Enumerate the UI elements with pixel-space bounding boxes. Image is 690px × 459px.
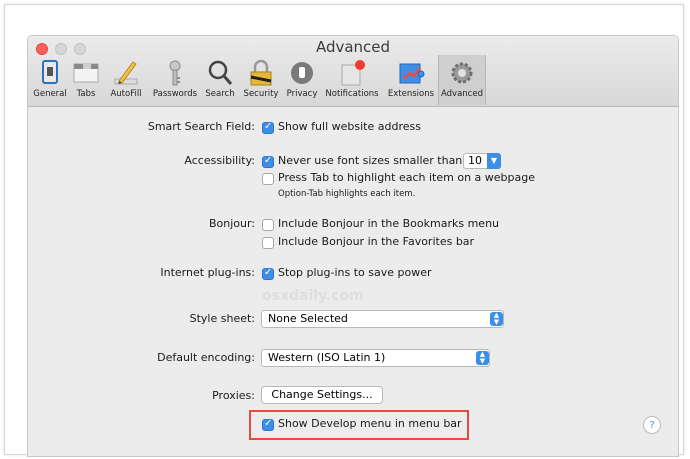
bonjour-favorites-option: Include Bonjour in the Favorites bar <box>278 235 475 248</box>
puzzle-icon <box>399 63 425 84</box>
help-button[interactable]: ? <box>643 416 661 434</box>
show-full-address-option: Show full website address <box>278 120 421 133</box>
tab-search-label: Search <box>205 89 235 99</box>
tab-extensions[interactable]: Extensions <box>386 55 436 105</box>
chevron-down-icon: ▼ <box>487 153 501 169</box>
tab-passwords[interactable]: Passwords <box>150 55 200 105</box>
up-down-arrows-icon: ▲ ▼ <box>476 351 489 365</box>
encoding-label: Default encoding: <box>157 351 255 364</box>
tab-search[interactable]: Search <box>202 55 238 105</box>
proxies-label: Proxies: <box>212 389 255 402</box>
tab-general-label: General <box>33 89 67 99</box>
title-bar: Advanced General Tabs AutoFill Passwords… <box>28 36 678 107</box>
min-font-size-select[interactable]: 10 ▼ <box>463 153 501 169</box>
bonjour-bookmarks-checkbox[interactable] <box>262 219 274 231</box>
screenshot-frame: Advanced General Tabs AutoFill Passwords… <box>4 4 684 457</box>
min-font-size-value: 10 <box>468 154 482 167</box>
gear-icon <box>451 62 473 84</box>
tab-tabs[interactable]: Tabs <box>70 55 102 105</box>
plugins-label: Internet plug-ins: <box>160 266 255 279</box>
bonjour-bookmarks-option: Include Bonjour in the Bookmarks menu <box>278 217 500 230</box>
preferences-window: Advanced General Tabs AutoFill Passwords… <box>27 35 679 457</box>
encoding-value: Western (ISO Latin 1) <box>268 351 386 364</box>
hand-icon <box>291 62 313 84</box>
stylesheet-label: Style sheet: <box>189 312 255 325</box>
tabs-icon <box>73 63 99 83</box>
tab-autofill-label: AutoFill <box>110 89 142 99</box>
stop-plugins-checkbox[interactable] <box>262 267 274 280</box>
min-font-size-option: Never use font sizes smaller than <box>278 154 463 167</box>
show-develop-menu-option: Show Develop menu in menu bar <box>278 417 462 430</box>
tab-notifications-label: Notifications <box>325 89 379 99</box>
tab-privacy[interactable]: Privacy <box>284 55 320 105</box>
stop-plugins-option: Stop plug-ins to save power <box>278 266 432 279</box>
change-settings-button[interactable]: Change Settings... <box>261 386 383 404</box>
magnifier-icon <box>208 60 233 85</box>
show-full-address-checkbox[interactable] <box>262 121 274 134</box>
stylesheet-value: None Selected <box>268 312 348 325</box>
tab-highlight-option: Press Tab to highlight each item on a we… <box>278 171 535 184</box>
accessibility-label: Accessibility: <box>184 154 255 167</box>
tab-autofill[interactable]: AutoFill <box>104 55 148 105</box>
option-tab-hint: Option-Tab highlights each item. <box>278 189 416 199</box>
preferences-toolbar: General Tabs AutoFill Passwords Search S… <box>28 55 678 105</box>
tab-advanced[interactable]: Advanced <box>438 55 486 105</box>
tab-passwords-label: Passwords <box>152 89 198 99</box>
tab-advanced-label: Advanced <box>441 89 483 99</box>
tab-notifications[interactable]: Notifications <box>322 55 382 105</box>
tab-general[interactable]: General <box>30 55 70 105</box>
padlock-icon <box>250 59 272 86</box>
tab-privacy-label: Privacy <box>286 89 318 99</box>
tab-extensions-label: Extensions <box>387 89 435 99</box>
general-switch-icon <box>42 60 58 84</box>
notification-icon <box>341 60 365 86</box>
up-down-arrows-icon: ▲ ▼ <box>490 312 503 326</box>
show-develop-menu-checkbox[interactable] <box>262 418 274 431</box>
watermark: osxdaily.com <box>262 288 364 304</box>
min-font-size-checkbox[interactable] <box>262 155 274 168</box>
tab-tabs-label: Tabs <box>76 89 96 99</box>
tab-security-label: Security <box>243 89 279 99</box>
tab-highlight-checkbox[interactable] <box>262 173 274 185</box>
encoding-popup[interactable]: Western (ISO Latin 1) ▲ ▼ <box>261 349 490 367</box>
advanced-settings-pane: Smart Search Field: Show full website ad… <box>28 107 678 456</box>
key-icon <box>169 60 181 86</box>
window-title: Advanced <box>315 38 391 56</box>
bonjour-label: Bonjour: <box>208 217 255 230</box>
stylesheet-popup[interactable]: None Selected ▲ ▼ <box>261 310 504 328</box>
tab-security[interactable]: Security <box>240 55 282 105</box>
pencil-icon <box>114 61 138 85</box>
bonjour-favorites-checkbox[interactable] <box>262 237 274 249</box>
smart-search-label: Smart Search Field: <box>147 120 255 133</box>
